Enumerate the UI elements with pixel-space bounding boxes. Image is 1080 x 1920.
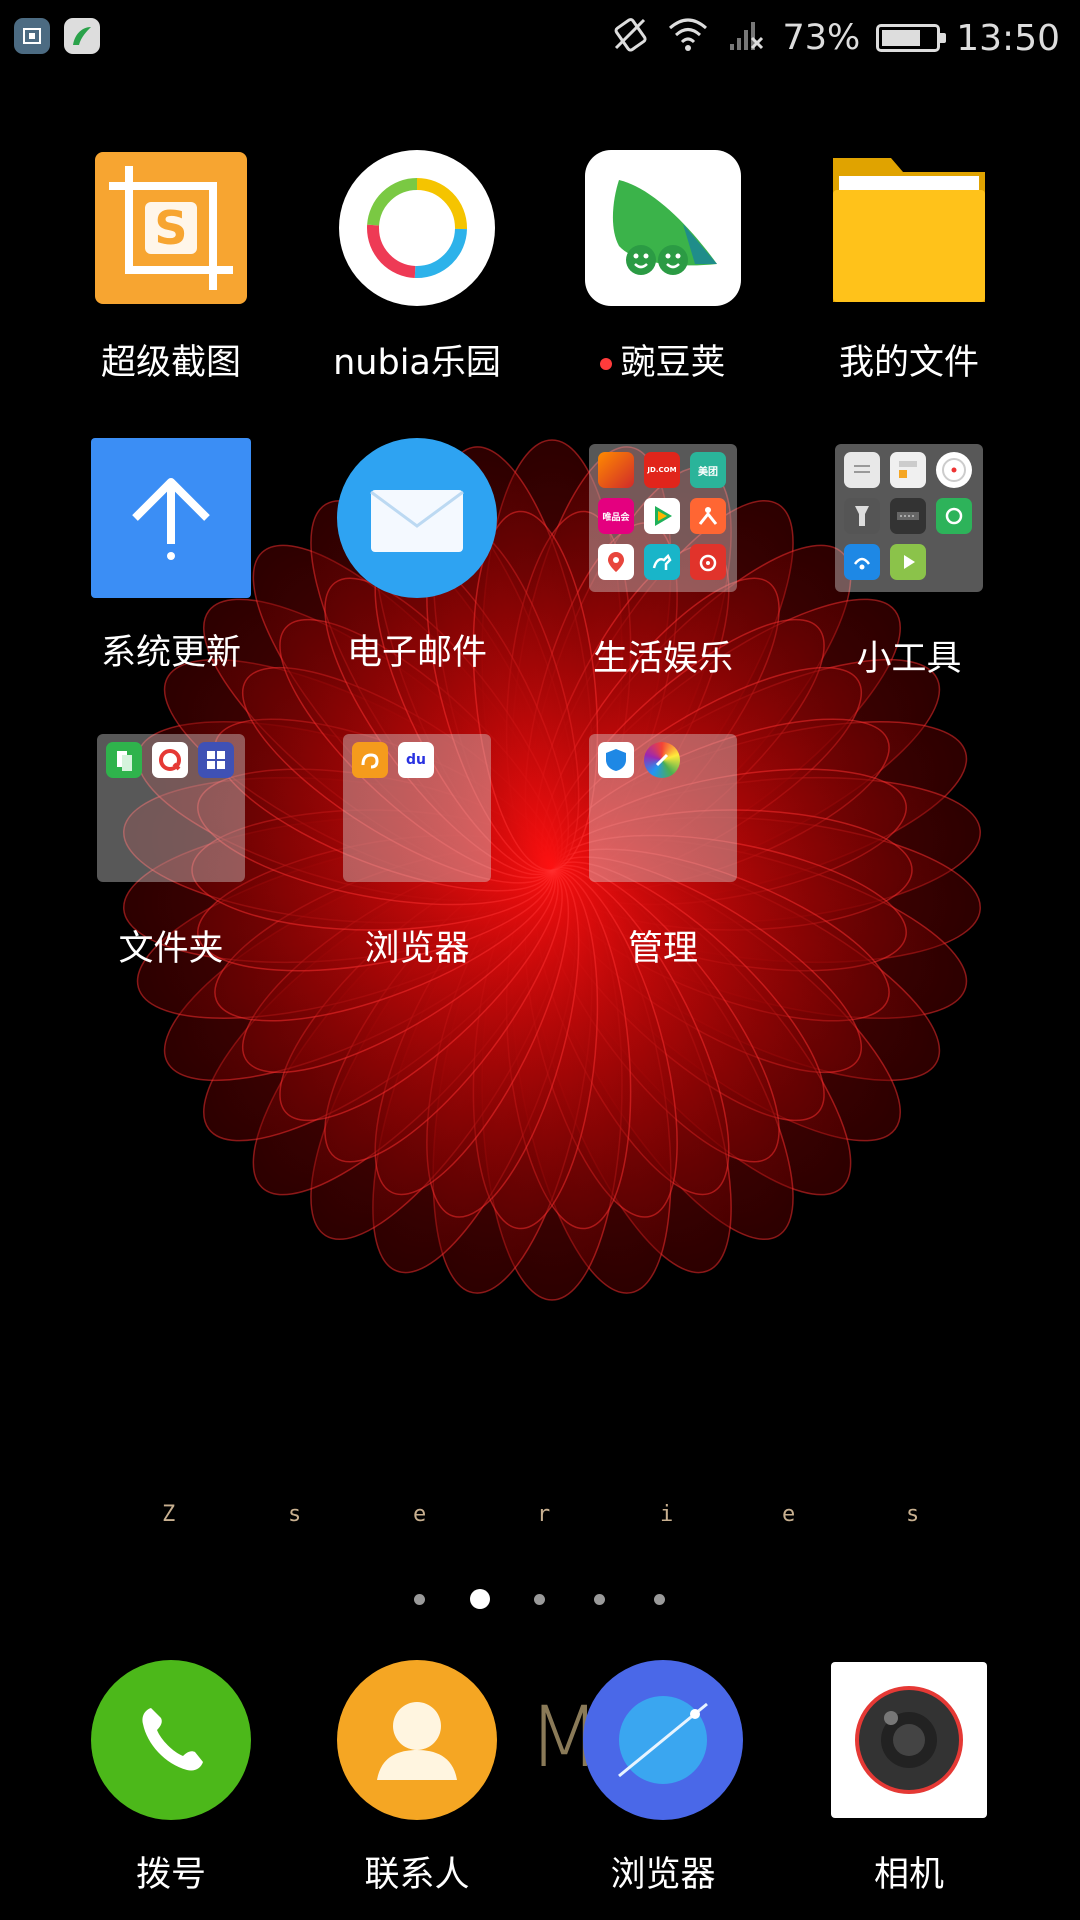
uc-browser-icon xyxy=(352,742,388,778)
dianping-icon xyxy=(690,498,726,534)
app-label: 豌豆荚 xyxy=(540,334,786,385)
clock-icon xyxy=(936,452,972,488)
app-label: 浏览器 xyxy=(610,1855,716,1895)
browser-icon xyxy=(583,1660,743,1820)
folder-life-entertainment[interactable]: JD.COM 美团 唯品会 生活娱乐 xyxy=(540,438,786,681)
wandoujia-notification-icon xyxy=(64,18,100,54)
folder-manage[interactable]: 管理 xyxy=(540,728,786,971)
dock-contacts[interactable]: 联系人 xyxy=(294,1660,540,1897)
recorder-icon xyxy=(890,498,926,534)
wallpaper-letter: r xyxy=(537,1502,551,1527)
app-label: 管理 xyxy=(627,929,698,969)
page-dot[interactable] xyxy=(414,1594,425,1605)
app-label: 拨号 xyxy=(135,1855,206,1895)
folder-icon: du xyxy=(337,734,497,894)
app-system-update[interactable]: 系统更新 xyxy=(48,438,294,675)
page-dot-active[interactable] xyxy=(470,1589,490,1609)
app-email[interactable]: 电子邮件 xyxy=(294,438,540,675)
app-label: 文件夹 xyxy=(118,929,224,969)
app-label: 电子邮件 xyxy=(346,633,487,673)
app-label: 小工具 xyxy=(856,639,962,679)
phone-icon xyxy=(91,1660,251,1820)
remote-icon xyxy=(844,544,880,580)
jd-icon: JD.COM xyxy=(644,452,680,488)
battery-percent: 73% xyxy=(782,18,861,58)
folder-icon xyxy=(583,734,743,894)
cellular-no-signal-icon xyxy=(726,14,766,63)
meituan-icon: 美团 xyxy=(690,452,726,488)
wallpaper-letter: s xyxy=(288,1502,302,1527)
cleaner-icon xyxy=(644,742,680,778)
notes-icon xyxy=(844,452,880,488)
wallpaper-letter: Z xyxy=(162,1502,176,1527)
app-label: 浏览器 xyxy=(364,929,470,969)
red-q-icon xyxy=(152,742,188,778)
page-dot[interactable] xyxy=(534,1594,545,1605)
wifi-icon xyxy=(666,14,710,63)
app-label: 相机 xyxy=(873,1855,944,1895)
netease-music-icon xyxy=(690,544,726,580)
windows-icon xyxy=(198,742,234,778)
dock-browser[interactable]: 浏览器 xyxy=(540,1660,786,1897)
camera-icon xyxy=(829,1660,989,1820)
wallpaper-letter: s xyxy=(906,1502,920,1527)
wallpaper-letter: e xyxy=(413,1502,427,1527)
email-icon xyxy=(337,438,497,598)
app-my-files[interactable]: 我的文件 xyxy=(786,148,1032,385)
system-update-icon xyxy=(91,438,251,598)
security-shield-icon xyxy=(598,742,634,778)
folder-icon: JD.COM 美团 唯品会 xyxy=(583,444,743,604)
page-dot[interactable] xyxy=(594,1594,605,1605)
app-super-screenshot[interactable]: S 超级截图 xyxy=(48,148,294,385)
status-bar: 73% 13:50 xyxy=(0,0,1080,76)
svg-text:S: S xyxy=(154,201,187,255)
sync-icon xyxy=(936,498,972,534)
baidu-icon: du xyxy=(398,742,434,778)
app-wandoujia[interactable]: 豌豆荚 xyxy=(540,148,786,385)
folder-folder[interactable]: 文件夹 xyxy=(48,728,294,971)
vipshop-icon: 唯品会 xyxy=(598,498,634,534)
clock-time: 13:50 xyxy=(956,17,1060,59)
dock-camera[interactable]: 相机 xyxy=(786,1660,1032,1897)
new-badge-dot xyxy=(600,358,613,370)
flashlight-icon xyxy=(844,498,880,534)
calculator-icon xyxy=(890,452,926,488)
wallpaper-zseries-text: Z s e r i e s xyxy=(0,1502,1080,1542)
page-dot[interactable] xyxy=(654,1594,665,1605)
tencent-video-icon xyxy=(644,498,680,534)
folder-icon xyxy=(91,734,251,894)
green-files-icon xyxy=(106,742,142,778)
video-player-icon xyxy=(890,544,926,580)
wallpaper-letter: i xyxy=(660,1502,674,1527)
game-icon xyxy=(598,452,634,488)
folder-icon xyxy=(829,444,989,604)
baidu-maps-icon xyxy=(598,544,634,580)
app-label: 联系人 xyxy=(364,1855,470,1895)
super-screenshot-icon: S xyxy=(91,148,251,308)
app-label: nubia乐园 xyxy=(333,343,501,383)
battery-icon xyxy=(876,24,947,52)
dock-phone[interactable]: 拨号 xyxy=(48,1660,294,1897)
app-nubia-park[interactable]: nubia乐园 xyxy=(294,148,540,385)
qunar-icon xyxy=(644,544,680,580)
screenshot-notification-icon xyxy=(14,18,50,54)
folder-tools[interactable]: 小工具 xyxy=(786,438,1032,681)
app-label: 生活娱乐 xyxy=(592,639,733,679)
page-indicator[interactable] xyxy=(0,1588,1080,1612)
wandoujia-icon xyxy=(583,148,743,308)
folder-browser[interactable]: du 浏览器 xyxy=(294,728,540,971)
wallpaper-letter: e xyxy=(782,1502,796,1527)
nubia-park-icon xyxy=(337,148,497,308)
contacts-icon xyxy=(337,1660,497,1820)
app-label: 系统更新 xyxy=(100,633,241,673)
auto-rotate-off-icon xyxy=(610,14,650,63)
my-files-folder-icon xyxy=(829,148,989,308)
app-label: 我的文件 xyxy=(838,343,979,383)
app-label: 超级截图 xyxy=(100,343,241,383)
